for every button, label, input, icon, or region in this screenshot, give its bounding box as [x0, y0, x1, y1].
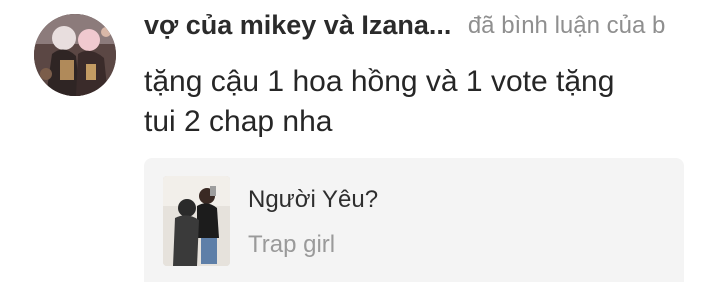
comment-header: vợ của mikey và Izana... đã bình luận củ…	[144, 10, 720, 46]
comment-text: tặng cậu 1 hoa hồng và 1 vote tặng tui 2…	[144, 65, 615, 138]
user-avatar[interactable]	[34, 14, 116, 96]
action-text: đã bình luận của b	[467, 11, 666, 39]
story-title[interactable]: Người Yêu?	[248, 186, 378, 214]
story-card[interactable]: Người Yêu? Trap girl	[144, 158, 684, 282]
story-cover	[163, 176, 230, 266]
username[interactable]: vợ của mikey và Izana...	[144, 10, 451, 40]
story-cover-icon	[163, 176, 230, 266]
story-author[interactable]: Trap girl	[248, 231, 335, 259]
avatar-image-icon	[34, 14, 116, 96]
comment-item: vợ của mikey và Izana... đã bình luận củ…	[0, 0, 720, 282]
